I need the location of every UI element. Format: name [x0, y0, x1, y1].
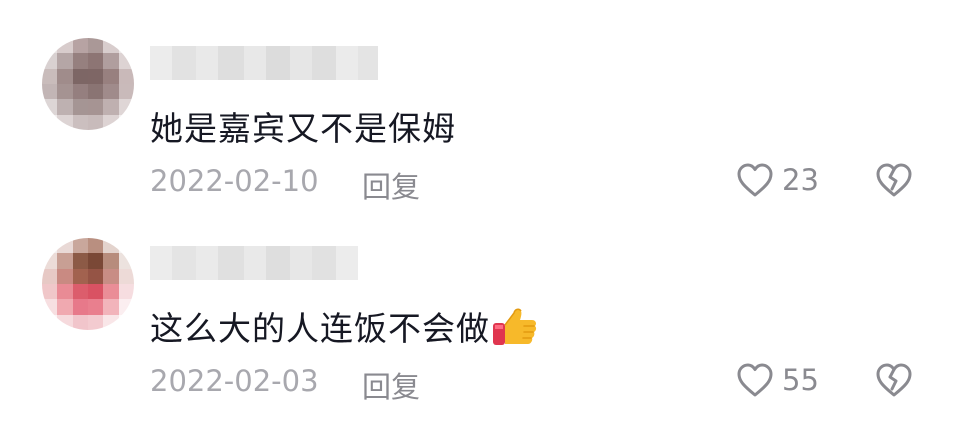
- avatar[interactable]: [42, 38, 134, 130]
- username-redacted[interactable]: [150, 246, 358, 280]
- comment-text: 这么大的人连饭不会做: [150, 302, 538, 350]
- thumbs-up-icon: [493, 308, 537, 345]
- comment-date: 2022-02-10: [150, 164, 319, 198]
- comment-date: 2022-02-03: [150, 364, 319, 398]
- avatar[interactable]: [42, 238, 134, 330]
- broken-heart-icon[interactable]: [875, 362, 913, 398]
- like-count: 23: [782, 163, 819, 197]
- comment-text-body: 这么大的人连饭不会做: [150, 309, 490, 348]
- heart-icon[interactable]: [736, 362, 774, 398]
- like-button[interactable]: 23: [736, 162, 819, 198]
- like-count: 55: [782, 363, 819, 397]
- reply-button[interactable]: 回复: [362, 364, 420, 406]
- broken-heart-icon[interactable]: [875, 162, 913, 198]
- like-button[interactable]: 55: [736, 362, 819, 398]
- comment-text: 她是嘉宾又不是保姆: [150, 109, 456, 148]
- dislike-button[interactable]: [875, 362, 913, 402]
- comment-item: 她是嘉宾又不是保姆 2022-02-10 回复 23: [0, 0, 960, 204]
- username-redacted[interactable]: [150, 46, 378, 80]
- heart-icon[interactable]: [736, 162, 774, 198]
- dislike-button[interactable]: [875, 162, 913, 202]
- comment-item: 这么大的人连饭不会做 2022-02-03 回复 55: [0, 200, 960, 404]
